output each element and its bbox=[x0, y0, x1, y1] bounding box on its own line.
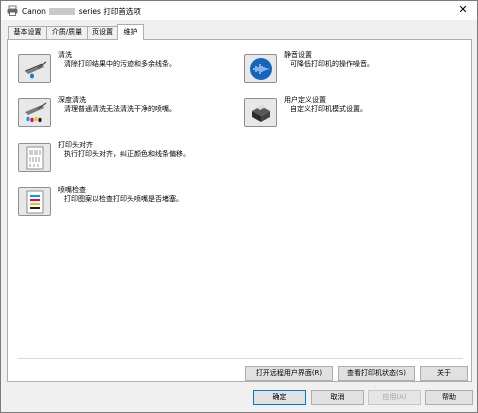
title-brand: Canon bbox=[22, 7, 46, 16]
cancel-button[interactable]: 取消 bbox=[311, 390, 364, 405]
quiet-settings-button[interactable] bbox=[244, 54, 277, 83]
maintenance-panel: 清洗 清除打印结果中的污迹和多余线条。 深度清洗 清理普通清洗无法清洗干净的喷嘴… bbox=[7, 39, 472, 382]
panel-divider bbox=[18, 358, 463, 359]
title-bar: Canon series 打印首选项 ✕ bbox=[1, 1, 477, 20]
about-button[interactable]: 关于 bbox=[420, 366, 468, 381]
quiet-settings-icon bbox=[249, 57, 272, 80]
print-head-alignment-icon bbox=[26, 146, 43, 169]
quiet-settings-description: 可降低打印机的操作噪音。 bbox=[290, 60, 374, 68]
deep-cleaning-description: 清理普通清洗无法清洗干净的喷嘴。 bbox=[64, 105, 176, 113]
nozzle-check-description: 打印图案以检查打印头喷嘴是否堵塞。 bbox=[64, 195, 183, 203]
cleaning-description: 清除打印结果中的污迹和多余线条。 bbox=[64, 60, 176, 68]
view-printer-status-button[interactable]: 查看打印机状态(S) bbox=[338, 366, 415, 381]
cleaning-icon bbox=[24, 61, 46, 78]
redacted-model-name bbox=[49, 8, 76, 15]
print-head-alignment-button[interactable] bbox=[18, 143, 51, 172]
nozzle-check-button[interactable] bbox=[18, 187, 51, 216]
window-title: Canon series 打印首选项 bbox=[22, 6, 141, 17]
print-head-alignment-description: 执行打印头对齐，纠正颜色和线条偏移。 bbox=[64, 150, 190, 158]
apply-button[interactable]: 应用(A) bbox=[368, 390, 421, 405]
help-button[interactable]: 帮助 bbox=[425, 390, 473, 405]
title-suffix: series 打印首选项 bbox=[78, 7, 141, 16]
printing-preferences-window: Canon series 打印首选项 ✕ 基本设置 介质/质量 页设置 维护 清… bbox=[0, 0, 478, 413]
tab-media-quality[interactable]: 介质/质量 bbox=[46, 26, 88, 39]
deep-cleaning-icon bbox=[24, 102, 46, 122]
open-remote-ui-button[interactable]: 打开远程用户界面(R) bbox=[245, 366, 333, 381]
close-button[interactable]: ✕ bbox=[455, 2, 471, 18]
tab-basic-settings[interactable]: 基本设置 bbox=[8, 26, 47, 39]
custom-settings-description: 自定义打印机模式设置。 bbox=[290, 105, 367, 113]
cleaning-button[interactable] bbox=[18, 54, 51, 83]
tab-maintenance[interactable]: 维护 bbox=[117, 24, 144, 40]
custom-settings-button[interactable] bbox=[244, 98, 277, 127]
nozzle-check-icon bbox=[26, 190, 43, 213]
tab-page-setup[interactable]: 页设置 bbox=[87, 26, 118, 39]
printer-icon bbox=[7, 5, 18, 16]
ok-button[interactable]: 确定 bbox=[253, 390, 306, 405]
deep-cleaning-button[interactable] bbox=[18, 98, 51, 127]
custom-settings-icon bbox=[251, 104, 270, 122]
